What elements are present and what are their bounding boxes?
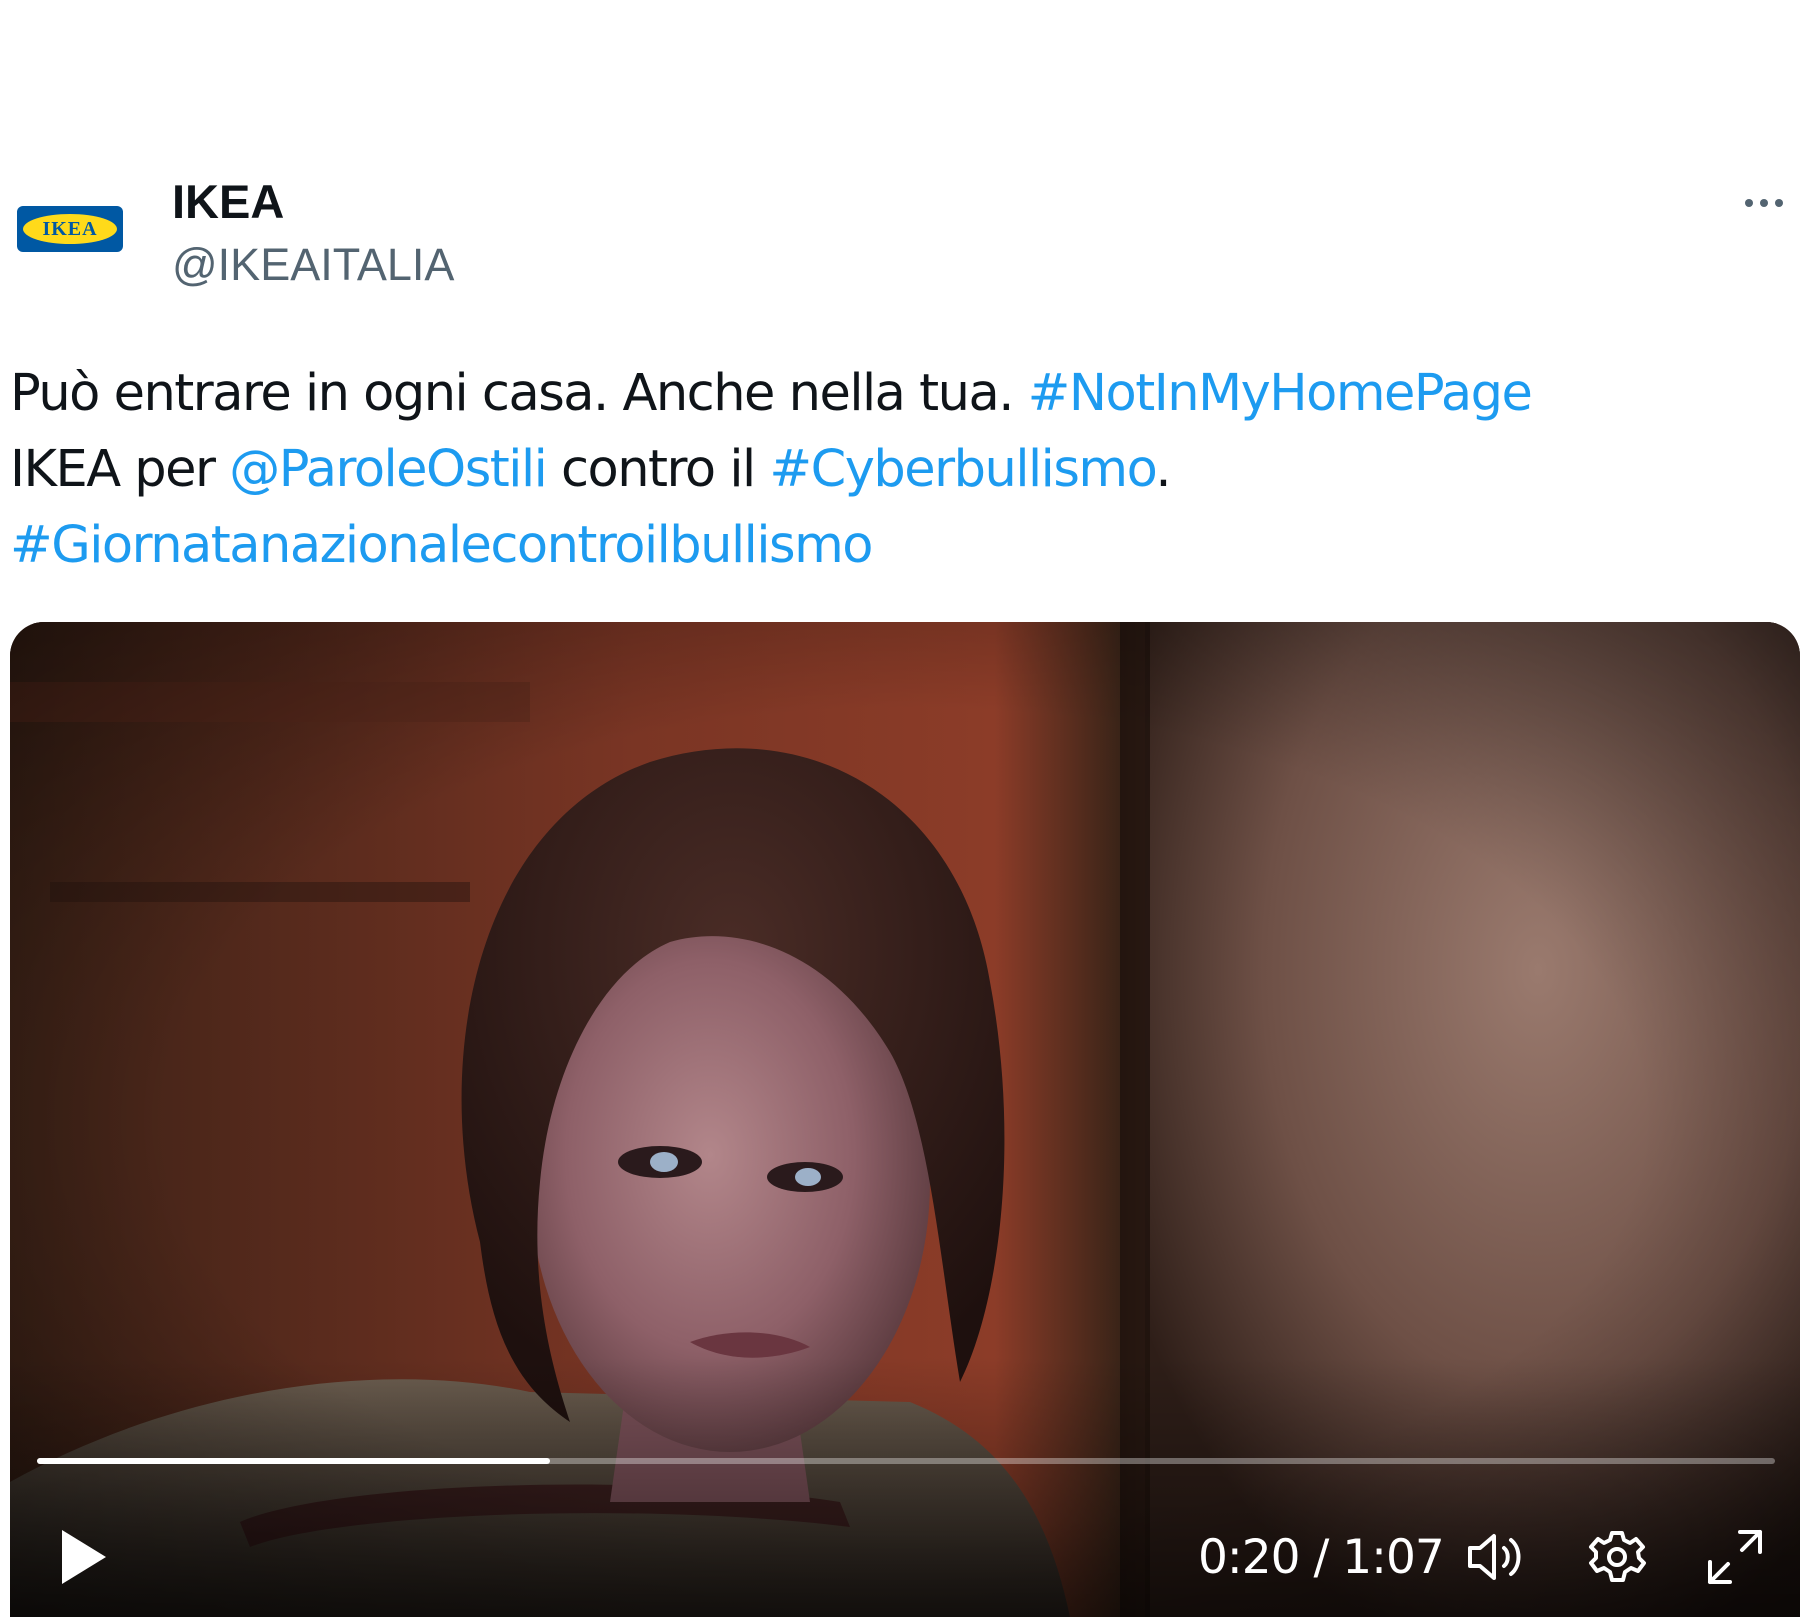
video-controls-gradient	[10, 1357, 1800, 1617]
hashtag-link[interactable]: #Giornatanazionalecontroilbullismo	[10, 516, 873, 575]
more-options-button[interactable]	[1734, 178, 1794, 228]
tweet-text: Può entrare in ogni casa. Anche nella tu…	[10, 356, 1790, 584]
ikea-logo-text: IKEA	[23, 214, 117, 244]
play-button[interactable]	[54, 1522, 114, 1592]
settings-button[interactable]	[1582, 1522, 1652, 1592]
more-horizontal-icon	[1745, 199, 1753, 207]
more-horizontal-icon-dot	[1775, 199, 1783, 207]
tweet-text-segment: Può entrare in ogni casa. Anche nella tu…	[10, 364, 1028, 423]
video-player[interactable]: 0:20 / 1:07	[10, 622, 1800, 1617]
fullscreen-icon	[1708, 1530, 1762, 1584]
video-progress-fill	[37, 1458, 550, 1464]
tweet-text-segment: contro il	[546, 440, 770, 499]
fullscreen-button[interactable]	[1700, 1522, 1770, 1592]
more-horizontal-icon-dot	[1760, 199, 1768, 207]
author-display-name[interactable]: IKEA	[172, 176, 284, 228]
ikea-logo-icon: IKEA	[17, 206, 123, 252]
tweet-text-line: Può entrare in ogni casa. Anche nella tu…	[10, 356, 1790, 432]
mention-link[interactable]: @ParoleOstili	[229, 440, 548, 499]
gear-icon	[1589, 1531, 1646, 1582]
volume-icon	[1468, 1534, 1521, 1580]
video-time-display: 0:20 / 1:07	[1198, 1530, 1445, 1585]
tweet-text-line: #Giornatanazionalecontroilbullismo	[10, 508, 1790, 584]
video-progress-bar[interactable]	[37, 1458, 1775, 1464]
hashtag-link[interactable]: #Cyberbullismo	[769, 440, 1157, 499]
tweet-text-segment: IKEA per	[10, 440, 230, 499]
volume-button[interactable]	[1460, 1522, 1530, 1592]
tweet-text-line: IKEA per @ParoleOstili contro il #Cyberb…	[10, 432, 1790, 508]
tweet-text-segment: .	[1155, 440, 1171, 499]
play-icon	[62, 1530, 106, 1584]
tweet-card: IKEA IKEA @IKEAITALIA Può entrare in ogn…	[0, 0, 1812, 1617]
avatar[interactable]: IKEA	[14, 164, 126, 294]
author-handle[interactable]: @IKEAITALIA	[172, 240, 454, 290]
hashtag-link[interactable]: #NotInMyHomePage	[1028, 364, 1533, 423]
